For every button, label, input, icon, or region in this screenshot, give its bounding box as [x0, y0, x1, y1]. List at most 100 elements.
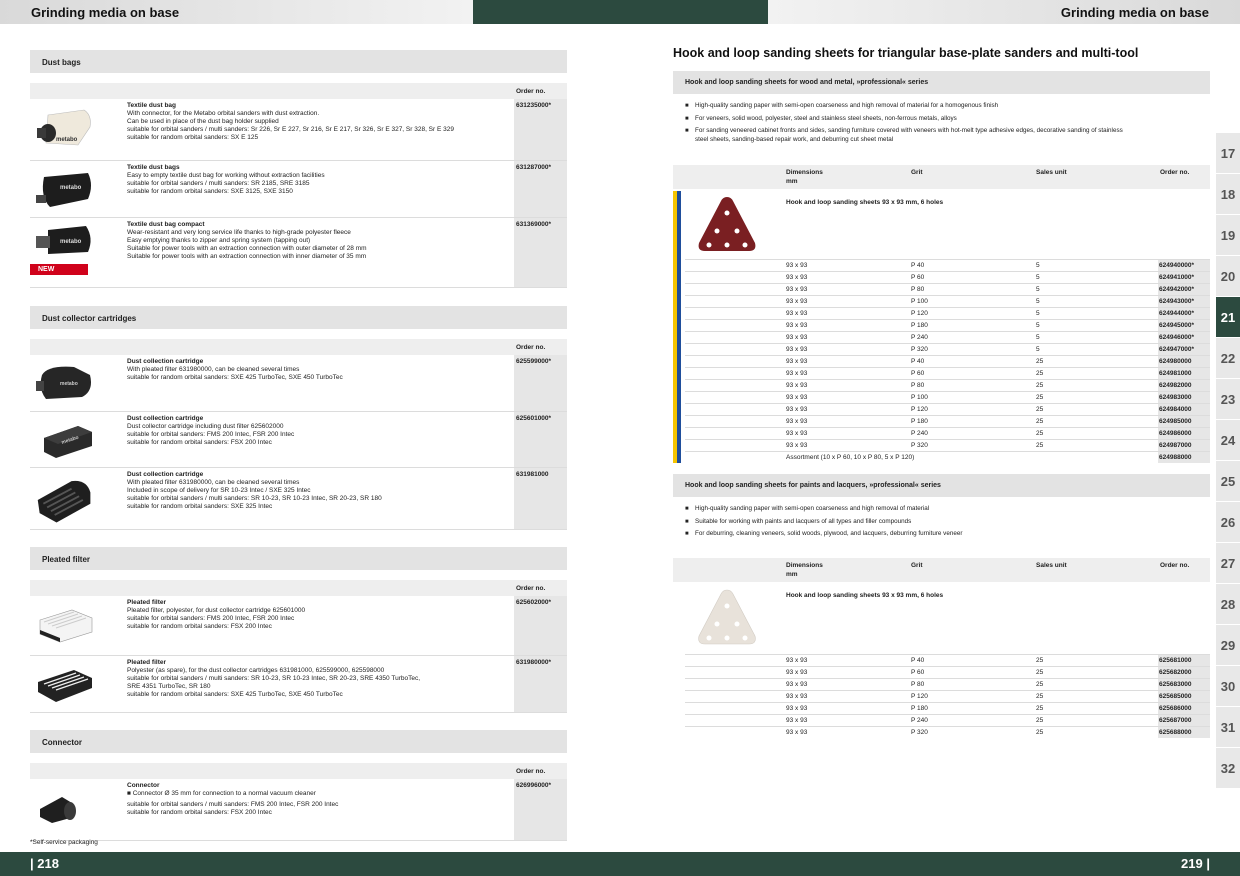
grit-cell: P 80	[911, 286, 925, 293]
chapter-tab-19[interactable]: 19	[1216, 215, 1240, 256]
order-number-cell: 624980000	[1158, 356, 1210, 367]
grit-cell: P 240	[911, 430, 928, 437]
dimension-cell: 93 x 93	[786, 717, 808, 724]
dust-bag-image: metabo	[36, 173, 91, 207]
cartridge-image: metabo	[36, 366, 91, 399]
dimension-cell: 93 x 93	[786, 669, 808, 676]
table-header: Dimensions mm Grit Sales unit Order no.	[673, 165, 1210, 189]
sales-unit-cell: 25	[1036, 657, 1044, 664]
chapter-tab-27[interactable]: 27	[1216, 543, 1240, 584]
table-row: 93 x 93 P 80 25 625683000	[685, 678, 1210, 690]
product-description: Dust collection cartridge Dust collector…	[127, 415, 295, 446]
table-row: 93 x 93 P 240 25 625687000	[685, 714, 1210, 726]
table-row: 93 x 93 P 40 25 624980000	[685, 355, 1210, 367]
order-number-cell: 624947000*	[1158, 344, 1210, 355]
product-description: Textile dust bag compact Wear-resistant …	[127, 221, 367, 260]
grit-cell: P 60	[911, 274, 925, 281]
table-row: 93 x 93 P 80 25 624982000	[685, 379, 1210, 391]
product-description: Dust collection cartridge With pleated f…	[127, 358, 343, 381]
dimension-cell: 93 x 93	[786, 693, 808, 700]
order-number-cell: 624984000	[1158, 404, 1210, 415]
dimension-cell: 93 x 93	[786, 729, 808, 736]
chapter-tab-32[interactable]: 32	[1216, 748, 1240, 789]
order-number-cell: 624983000	[1158, 392, 1210, 403]
order-number: 631369000*	[516, 221, 552, 228]
order-number: 625602000*	[516, 599, 552, 606]
feature-list: ■ High-quality sanding paper with semi-op…	[685, 102, 1205, 148]
dust-bag-image: metabo	[36, 226, 91, 254]
grit-cell: P 320	[911, 346, 928, 353]
product-row: metabo NEW Textile dust bag compact Wear…	[30, 218, 567, 288]
table-row: 93 x 93 P 100 5 624943000*	[685, 295, 1210, 307]
new-badge: NEW	[30, 264, 88, 275]
chapter-tab-28[interactable]: 28	[1216, 584, 1240, 625]
sales-unit-cell: 25	[1036, 681, 1044, 688]
sales-unit-cell: 25	[1036, 705, 1044, 712]
dimension-cell: 93 x 93	[786, 298, 808, 305]
table-row: 93 x 93 P 60 25 624981000	[685, 367, 1210, 379]
chapter-tab-23[interactable]: 23	[1216, 379, 1240, 420]
section-header-pleated-filter: Pleated filter	[30, 547, 567, 570]
chapter-tab-18[interactable]: 18	[1216, 174, 1240, 215]
pleated-filter-image	[38, 670, 92, 702]
order-number-cell: 624940000*	[1158, 260, 1210, 271]
sanding-sheet-red-image	[698, 197, 756, 251]
grit-cell: P 240	[911, 334, 928, 341]
chapter-tab-29[interactable]: 29	[1216, 625, 1240, 666]
dimension-cell: 93 x 93	[786, 418, 808, 425]
order-number: 626996000*	[516, 782, 552, 789]
sales-unit-cell: 25	[1036, 394, 1044, 401]
right-page-content: Hook and loop sanding sheets for triangu…	[673, 46, 1210, 738]
order-number-cell: 624942000*	[1158, 284, 1210, 295]
order-number-cell: 624981000	[1158, 368, 1210, 379]
top-bar-center	[473, 0, 768, 24]
grit-cell: P 240	[911, 717, 928, 724]
table-row: 93 x 93 P 240 5 624946000*	[685, 331, 1210, 343]
table-row: 93 x 93 P 60 25 625682000	[685, 666, 1210, 678]
chapter-tab-26[interactable]: 26	[1216, 502, 1240, 543]
chapter-tab-31[interactable]: 31	[1216, 707, 1240, 748]
chapter-tab-25[interactable]: 25	[1216, 461, 1240, 502]
product-row: metabo Dust collection cartridge With pl…	[30, 355, 567, 412]
grit-cell: P 40	[911, 657, 925, 664]
sales-unit-cell: 25	[1036, 717, 1044, 724]
chapter-tab-20[interactable]: 20	[1216, 256, 1240, 297]
sales-unit-cell: 5	[1036, 298, 1040, 305]
order-number-cell: 624982000	[1158, 380, 1210, 391]
dust-bag-image: metabo	[37, 109, 91, 146]
chapter-tab-21[interactable]: 21	[1216, 297, 1240, 338]
product-table-paints-lacquers: Hook and loop sanding sheets 93 x 93 mm,…	[673, 584, 1210, 744]
sales-unit-cell: 25	[1036, 729, 1044, 736]
order-number-cell: 624946000*	[1158, 332, 1210, 343]
order-column-header: Order no.	[30, 580, 567, 596]
order-number-cell: 625683000	[1158, 679, 1210, 690]
table-row: 93 x 93 P 320 5 624947000*	[685, 343, 1210, 355]
svg-text:metabo: metabo	[60, 185, 82, 191]
grit-cell: P 80	[911, 681, 925, 688]
right-page-title: Grinding media on base	[1060, 5, 1209, 20]
footnote: *Self-service packaging	[30, 839, 98, 846]
grit-cell: P 180	[911, 418, 928, 425]
order-number-cell: 624988000	[1158, 452, 1210, 463]
color-stripe	[673, 191, 683, 463]
chapter-tab-24[interactable]: 24	[1216, 420, 1240, 461]
chapter-tab-17[interactable]: 17	[1216, 133, 1240, 174]
dimension-cell: 93 x 93	[786, 705, 808, 712]
table-row: 93 x 93 P 60 5 624941000*	[685, 271, 1210, 283]
product-title: Hook and loop sanding sheets 93 x 93 mm,…	[786, 199, 944, 206]
product-description: Pleated filter Polyester (as spare), for…	[127, 659, 421, 698]
grit-cell: P 320	[911, 442, 928, 449]
table-row: 93 x 93 P 120 5 624944000*	[685, 307, 1210, 319]
chapter-tab-30[interactable]: 30	[1216, 666, 1240, 707]
svg-text:metabo: metabo	[56, 137, 78, 143]
order-number-cell: 625685000	[1158, 691, 1210, 702]
chapter-tab-22[interactable]: 22	[1216, 338, 1240, 379]
grit-cell: P 320	[911, 729, 928, 736]
dimension-cell: 93 x 93	[786, 406, 808, 413]
grit-cell: P 40	[911, 262, 925, 269]
sales-unit-cell: 25	[1036, 669, 1044, 676]
product-description: Pleated filter Pleated filter, polyester…	[127, 599, 306, 630]
list-item: ■ High-quality sanding paper with semi-op…	[685, 505, 930, 512]
grit-cell: P 120	[911, 406, 928, 413]
order-number-cell: 624986000	[1158, 428, 1210, 439]
